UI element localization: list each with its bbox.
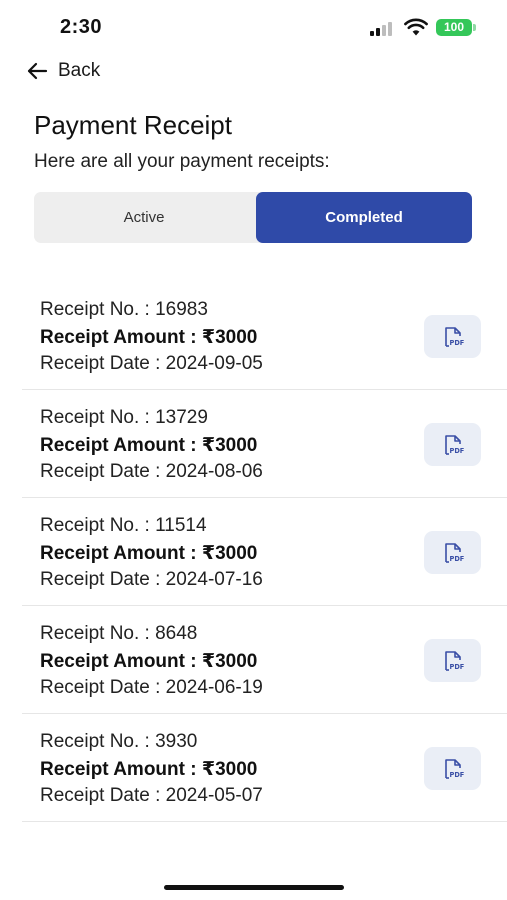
status-time: 2:30	[60, 16, 103, 38]
receipt-status-tabs: Active Completed	[34, 192, 472, 243]
status-bar: 2:30 100	[0, 0, 507, 56]
receipt-row: Receipt No. : 8648 Receipt Amount : ₹300…	[22, 606, 507, 714]
home-indicator[interactable]	[164, 885, 344, 890]
pdf-file-icon: PDF	[444, 434, 464, 455]
receipt-amount: Receipt Amount : ₹3000	[40, 543, 258, 564]
svg-text:PDF: PDF	[449, 771, 464, 779]
svg-text:PDF: PDF	[449, 663, 464, 671]
receipt-number: Receipt No. : 13729	[40, 407, 208, 428]
svg-text:PDF: PDF	[449, 555, 464, 563]
tab-active[interactable]: Active	[34, 192, 254, 243]
download-pdf-button[interactable]: PDF	[424, 639, 481, 682]
back-label: Back	[58, 60, 101, 81]
receipt-amount: Receipt Amount : ₹3000	[40, 651, 258, 672]
receipt-amount: Receipt Amount : ₹3000	[40, 327, 258, 348]
pdf-file-icon: PDF	[444, 326, 464, 347]
receipt-number: Receipt No. : 16983	[40, 299, 208, 320]
download-pdf-button[interactable]: PDF	[424, 315, 481, 358]
page-title: Payment Receipt	[34, 110, 232, 140]
receipt-list: Receipt No. : 16983 Receipt Amount : ₹30…	[22, 282, 507, 822]
download-pdf-button[interactable]: PDF	[424, 531, 481, 574]
pdf-file-icon: PDF	[444, 758, 464, 779]
cellular-signal-icon	[370, 20, 396, 36]
pdf-file-icon: PDF	[444, 650, 464, 671]
receipt-date: Receipt Date : 2024-09-05	[40, 353, 263, 374]
receipt-date: Receipt Date : 2024-08-06	[40, 461, 263, 482]
payment-receipt-screen: 2:30 100 Back Payment Receipt Here are a…	[0, 0, 507, 900]
receipt-row: Receipt No. : 11514 Receipt Amount : ₹30…	[22, 498, 507, 606]
receipt-number: Receipt No. : 11514	[40, 515, 207, 536]
receipt-row: Receipt No. : 3930 Receipt Amount : ₹300…	[22, 714, 507, 822]
download-pdf-button[interactable]: PDF	[424, 747, 481, 790]
back-button[interactable]: Back	[26, 58, 100, 84]
download-pdf-button[interactable]: PDF	[424, 423, 481, 466]
receipt-date: Receipt Date : 2024-05-07	[40, 785, 263, 806]
svg-text:PDF: PDF	[449, 339, 464, 347]
receipt-amount: Receipt Amount : ₹3000	[40, 435, 258, 456]
arrow-left-icon	[27, 62, 48, 80]
receipt-date: Receipt Date : 2024-07-16	[40, 569, 263, 590]
receipt-number: Receipt No. : 8648	[40, 623, 198, 644]
tab-completed[interactable]: Completed	[256, 192, 472, 243]
page-subtitle: Here are all your payment receipts:	[34, 151, 330, 172]
receipt-date: Receipt Date : 2024-06-19	[40, 677, 263, 698]
receipt-number: Receipt No. : 3930	[40, 731, 198, 752]
receipt-amount: Receipt Amount : ₹3000	[40, 759, 258, 780]
receipt-row: Receipt No. : 13729 Receipt Amount : ₹30…	[22, 390, 507, 498]
svg-text:PDF: PDF	[449, 447, 464, 455]
receipt-row: Receipt No. : 16983 Receipt Amount : ₹30…	[22, 282, 507, 390]
battery-icon: 100	[436, 19, 472, 36]
wifi-icon	[404, 18, 428, 36]
battery-tip	[473, 24, 476, 31]
pdf-file-icon: PDF	[444, 542, 464, 563]
